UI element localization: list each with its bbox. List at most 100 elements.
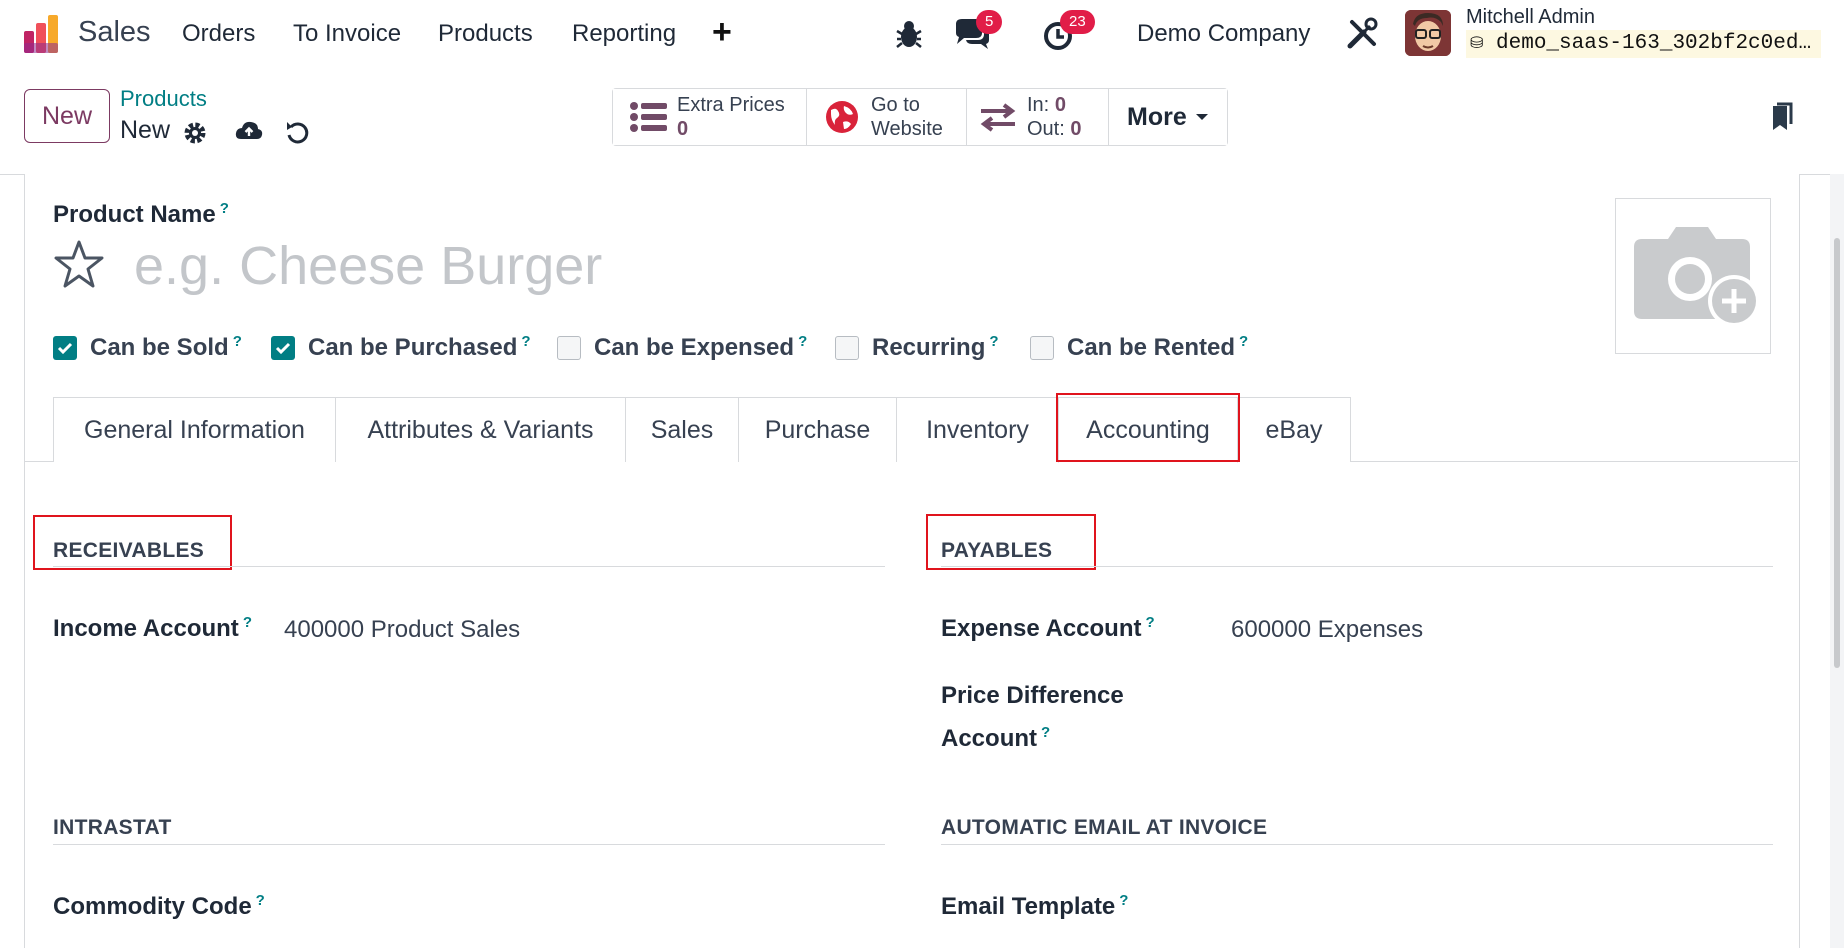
price-difference-line1: Price Difference — [941, 682, 1124, 709]
can-be-purchased-label[interactable]: Can be Purchased? — [308, 333, 531, 362]
website-label-line1: Go to — [871, 94, 920, 116]
price-difference-line2: Account — [941, 725, 1037, 752]
can-be-sold-help[interactable]: ? — [233, 333, 242, 350]
user-avatar[interactable] — [1405, 10, 1451, 56]
receivables-separator — [53, 566, 885, 567]
caret-down-icon — [1195, 114, 1208, 120]
email-template-field[interactable] — [1231, 892, 1771, 926]
income-account-label-text: Income Account — [53, 615, 239, 642]
expense-account-label-text: Expense Account — [941, 615, 1142, 642]
in-count: 0 — [1054, 94, 1066, 116]
product-name-help[interactable]: ? — [220, 200, 229, 217]
favorite-star-icon[interactable] — [52, 238, 106, 292]
more-dropdown-button[interactable]: More — [1109, 89, 1227, 145]
income-account-help[interactable]: ? — [243, 614, 252, 631]
payables-separator — [941, 566, 1773, 567]
can-be-expensed-help[interactable]: ? — [798, 333, 807, 350]
scrollbar[interactable] — [1830, 174, 1844, 948]
recurring-label[interactable]: Recurring? — [872, 333, 999, 362]
menu-reporting[interactable]: Reporting — [572, 20, 676, 48]
payables-section-title: PAYABLES — [941, 539, 1053, 562]
website-label-line2: Website — [871, 118, 943, 140]
menu-orders[interactable]: Orders — [182, 20, 255, 48]
company-switcher[interactable]: Demo Company — [1137, 20, 1310, 48]
can-be-expensed-text: Can be Expensed — [594, 334, 795, 361]
debug-bug-icon[interactable] — [889, 14, 929, 54]
product-image-upload[interactable] — [1615, 198, 1771, 354]
can-be-expensed-label[interactable]: Can be Expensed? — [594, 333, 807, 362]
breadcrumb-current: New — [120, 116, 171, 144]
user-name[interactable]: Mitchell Admin — [1466, 6, 1595, 29]
smart-buttons: Extra Prices 0 Go to Website In: 0 Out: … — [612, 88, 1228, 146]
intrastat-section-title: INTRASTAT — [53, 816, 172, 839]
gear-icon[interactable] — [180, 118, 210, 148]
product-name-input[interactable] — [132, 232, 1436, 300]
product-name-label-text: Product Name — [53, 201, 216, 228]
email-template-label-text: Email Template — [941, 893, 1116, 920]
income-account-label: Income Account? — [53, 614, 252, 643]
app-name[interactable]: Sales — [78, 16, 151, 49]
tab-sales[interactable]: Sales — [625, 397, 739, 462]
commodity-code-help[interactable]: ? — [256, 892, 265, 909]
menu-to-invoice[interactable]: To Invoice — [293, 20, 401, 48]
expense-account-label: Expense Account? — [941, 614, 1155, 643]
tab-attributes-variants[interactable]: Attributes & Variants — [335, 397, 626, 462]
commodity-code-label: Commodity Code? — [53, 892, 265, 921]
can-be-sold-checkbox[interactable] — [53, 336, 77, 360]
add-menu-button[interactable]: + — [712, 12, 732, 52]
out-count: 0 — [1070, 118, 1082, 140]
can-be-rented-help[interactable]: ? — [1239, 333, 1248, 350]
scrollbar-thumb[interactable] — [1834, 238, 1840, 668]
new-button[interactable]: New — [24, 89, 110, 143]
recurring-checkbox[interactable] — [835, 336, 859, 360]
recurring-help[interactable]: ? — [989, 333, 998, 350]
commodity-code-field[interactable] — [284, 892, 884, 926]
extra-prices-button[interactable]: Extra Prices 0 — [613, 89, 807, 145]
go-to-website-button[interactable]: Go to Website — [807, 89, 967, 145]
expense-account-help[interactable]: ? — [1146, 614, 1155, 631]
bookmark-icon[interactable] — [1766, 102, 1796, 132]
receivables-section-title: RECEIVABLES — [53, 539, 205, 562]
tab-purchase[interactable]: Purchase — [738, 397, 897, 462]
intrastat-separator — [53, 844, 885, 845]
tab-general-information[interactable]: General Information — [53, 397, 336, 462]
more-label: More — [1127, 102, 1187, 131]
can-be-expensed-checkbox[interactable] — [557, 336, 581, 360]
tab-ebay[interactable]: eBay — [1237, 397, 1351, 462]
save-cloud-upload-icon[interactable] — [234, 116, 264, 146]
sales-app-logo-icon[interactable] — [22, 13, 64, 55]
can-be-rented-checkbox[interactable] — [1030, 336, 1054, 360]
settings-tools-icon[interactable] — [1342, 14, 1382, 54]
email-template-help[interactable]: ? — [1119, 892, 1128, 909]
price-difference-account-field[interactable] — [1231, 680, 1771, 716]
camera-plus-icon — [1634, 227, 1760, 327]
product-name-label: Product Name? — [53, 200, 229, 229]
can-be-purchased-help[interactable]: ? — [521, 333, 530, 350]
tab-accounting[interactable]: Accounting — [1058, 397, 1238, 463]
database-icon: ⛁ — [1470, 35, 1484, 53]
extra-prices-label: Extra Prices — [677, 94, 785, 116]
commodity-code-label-text: Commodity Code — [53, 893, 252, 920]
out-label: Out: — [1027, 118, 1065, 140]
activities-count-badge: 23 — [1060, 10, 1095, 34]
auto-email-separator — [941, 844, 1773, 845]
recurring-text: Recurring — [872, 334, 986, 361]
email-template-label: Email Template? — [941, 892, 1128, 921]
in-out-moves-button[interactable]: In: 0 Out: 0 — [967, 89, 1109, 145]
check-icon — [57, 342, 73, 355]
list-icon — [630, 102, 667, 132]
database-label: demo_saas-163_302bf2c0ed… — [1496, 32, 1812, 55]
tab-inventory[interactable]: Inventory — [896, 397, 1059, 462]
can-be-rented-label[interactable]: Can be Rented? — [1067, 333, 1248, 362]
can-be-sold-text: Can be Sold — [90, 334, 229, 361]
price-difference-help[interactable]: ? — [1041, 724, 1050, 741]
discard-undo-icon[interactable] — [283, 118, 313, 148]
can-be-purchased-checkbox[interactable] — [271, 336, 295, 360]
income-account-field[interactable]: 400000 Product Sales — [284, 616, 520, 644]
breadcrumb-products[interactable]: Products — [120, 86, 207, 112]
can-be-sold-label[interactable]: Can be Sold? — [90, 333, 242, 362]
can-be-purchased-text: Can be Purchased — [308, 334, 518, 361]
menu-products[interactable]: Products — [438, 20, 533, 48]
top-navbar: Sales Orders To Invoice Products Reporti… — [0, 0, 1844, 68]
expense-account-field[interactable]: 600000 Expenses — [1231, 616, 1423, 644]
